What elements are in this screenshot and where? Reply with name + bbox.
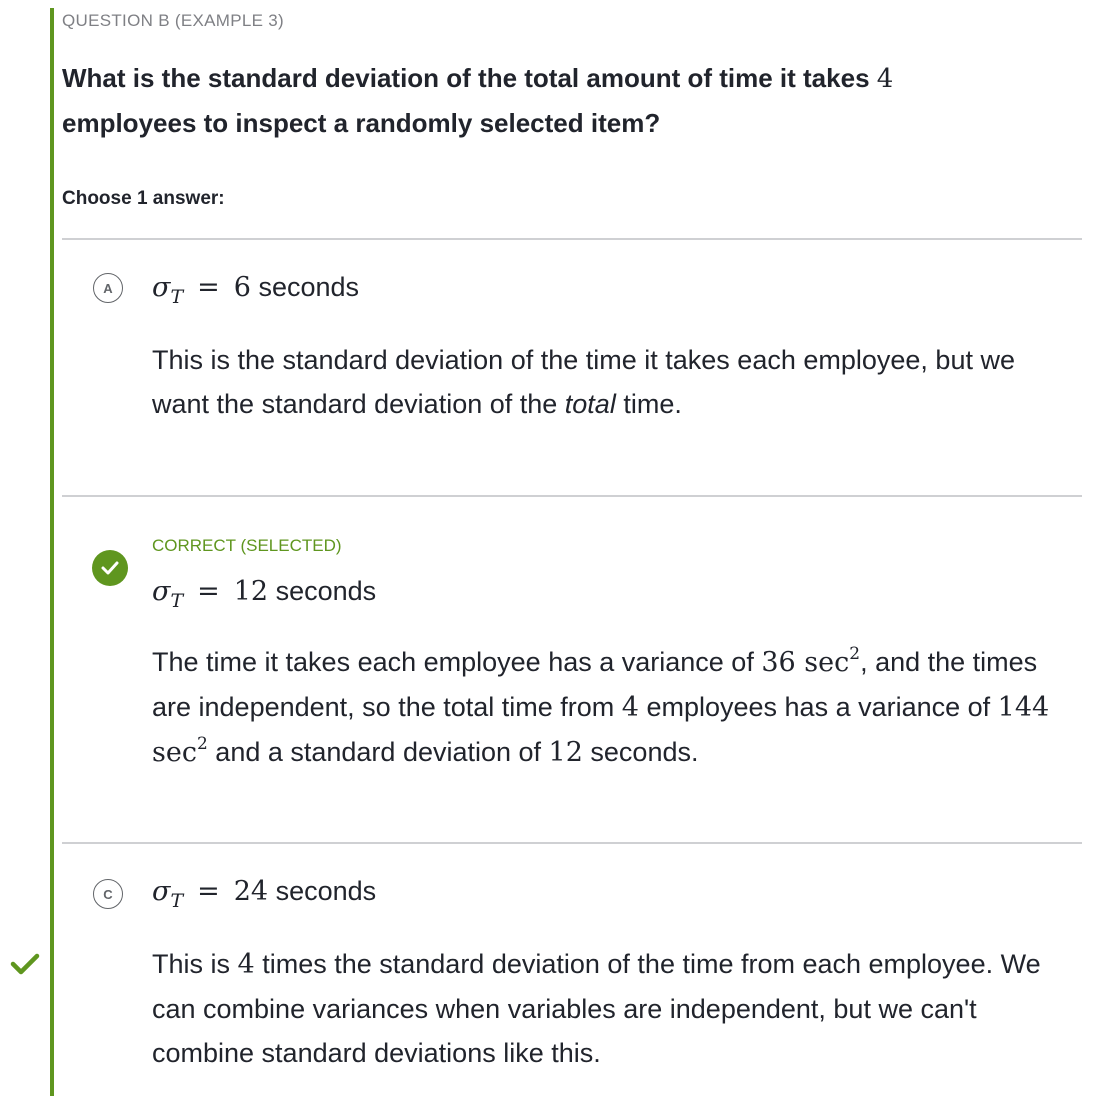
- exponent: 2: [849, 644, 861, 664]
- question-number: 4: [876, 64, 894, 94]
- choice-c[interactable]: C σT = 24 seconds This is 4 times the stan…: [62, 844, 1082, 1100]
- choice-answer: σT = 12 seconds: [152, 576, 377, 612]
- choose-label: Choose 1 answer:: [62, 188, 225, 209]
- employee-count: 4: [237, 949, 255, 980]
- answer-unit: seconds: [268, 576, 377, 606]
- choice-letter-badge: A: [93, 273, 123, 303]
- subscript: T: [170, 890, 184, 912]
- variance-unit: sec: [152, 737, 197, 768]
- choice-explanation: The time it takes each employee has a va…: [152, 644, 1050, 769]
- variance-unit: sec: [795, 647, 850, 678]
- answer-value: 24: [233, 876, 269, 907]
- question-text-part: What is the standard deviation of the to…: [62, 63, 877, 93]
- answer-value: 6: [233, 272, 251, 303]
- emphasis-text: total: [564, 389, 616, 419]
- answer-unit: seconds: [250, 272, 360, 302]
- equals-sign: =: [197, 272, 220, 303]
- choice-explanation: This is the standard deviation of the ti…: [152, 345, 1015, 419]
- question-text-part: employees to inspect a randomly selected…: [62, 108, 661, 138]
- answer-value: 12: [233, 576, 269, 607]
- question-prompt: What is the standard deviation of the to…: [62, 56, 1002, 145]
- choice-letter-badge: C: [93, 879, 123, 909]
- checkmark-icon: [10, 953, 40, 975]
- choice-answer: σT = 6 seconds: [152, 272, 360, 308]
- choice-explanation: This is 4 times the standard deviation o…: [152, 949, 1041, 1068]
- equals-sign: =: [197, 876, 220, 907]
- question-label: QUESTION B (EXAMPLE 3): [62, 11, 284, 30]
- question-accent-bar: [50, 8, 54, 1096]
- employee-count: 4: [621, 692, 639, 723]
- variance-value: 144: [997, 692, 1050, 723]
- sigma-symbol: σ: [152, 272, 171, 303]
- answer-unit: seconds: [268, 876, 377, 906]
- subscript: T: [170, 286, 184, 308]
- sd-value: 12: [548, 737, 583, 768]
- check-circle-icon: [92, 550, 128, 586]
- equals-sign: =: [197, 576, 220, 607]
- choice-answer: σT = 24 seconds: [152, 876, 377, 912]
- choice-b[interactable]: CORRECT (SELECTED) σT = 12 seconds The tim…: [62, 497, 1082, 842]
- subscript: T: [170, 590, 184, 612]
- exponent: 2: [196, 734, 208, 754]
- variance-value: 36: [761, 647, 796, 678]
- sigma-symbol: σ: [152, 876, 171, 907]
- sigma-symbol: σ: [152, 576, 171, 607]
- choice-a[interactable]: A σT = 6 seconds This is the standard devi…: [62, 240, 1082, 496]
- correct-status-label: CORRECT (SELECTED): [152, 536, 342, 555]
